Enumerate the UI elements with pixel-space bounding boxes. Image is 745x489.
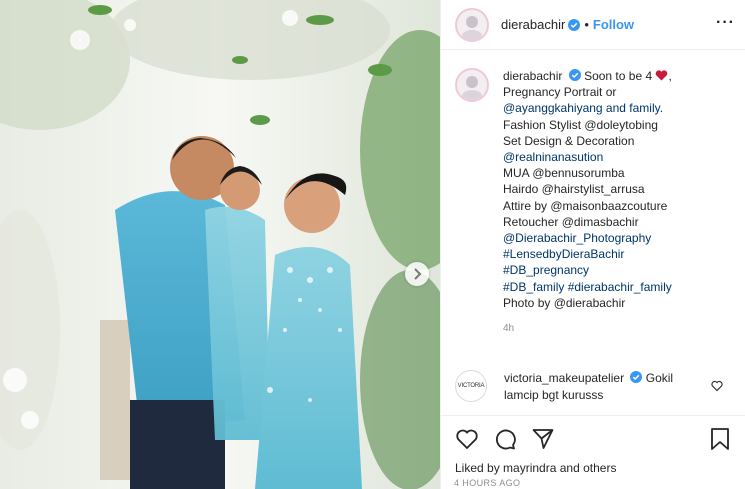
likes-summary: Liked by mayrindra and others xyxy=(455,461,616,475)
share-icon[interactable] xyxy=(531,427,555,451)
caption-text: dierabachir Soon to be 4 , Pregnancy Por… xyxy=(503,68,743,337)
comment-icon[interactable] xyxy=(493,427,517,451)
follow-button[interactable]: Follow xyxy=(593,17,634,32)
caption-line-12[interactable]: #LensedbyDieraBachir xyxy=(503,246,743,262)
avatar-image xyxy=(457,70,487,100)
next-arrow-icon xyxy=(414,268,422,280)
separator-dot: • xyxy=(584,17,589,32)
avatar-image xyxy=(457,9,487,40)
caption-line-13[interactable]: #DB_pregnancy xyxy=(503,262,743,278)
caption-line-11[interactable]: @Dierabachir_Photography xyxy=(503,230,743,246)
author-username[interactable]: dierabachir xyxy=(501,17,565,32)
caption-line-8[interactable]: Hairdo @hairstylist_arrusa xyxy=(503,181,743,197)
bookmark-icon[interactable] xyxy=(709,427,731,451)
verified-badge-icon xyxy=(568,18,581,31)
caption-line-14[interactable]: #DB_family #dierabachir_family xyxy=(503,279,743,295)
comment-item: VICTORIA victoria_makeupatelier Gokil la… xyxy=(455,370,745,403)
liked-suffix[interactable]: and others xyxy=(560,461,617,475)
caption-avatar[interactable] xyxy=(455,68,489,102)
more-options-icon[interactable]: ··· xyxy=(716,14,735,32)
action-icons xyxy=(455,427,555,451)
comments-section: dierabachir Soon to be 4 , Pregnancy Por… xyxy=(441,68,745,337)
family-portrait-image xyxy=(0,0,440,489)
like-comment-heart-icon[interactable] xyxy=(711,380,723,392)
post-timestamp[interactable]: 4 HOURS AGO xyxy=(454,478,520,488)
heart-icon[interactable] xyxy=(455,427,479,451)
post-photo[interactable] xyxy=(0,0,440,489)
caption-line-10[interactable]: Retoucher @dimasbachir xyxy=(503,214,743,230)
caption-line-1-tail: , xyxy=(668,69,672,83)
next-photo-button[interactable] xyxy=(405,262,429,286)
post-header: dierabachir • Follow ··· xyxy=(441,0,745,50)
comment-text: victoria_makeupatelier Gokil lamcip bgt … xyxy=(504,370,704,403)
caption-line-3[interactable]: @ayanggkahiyang and family. xyxy=(503,100,743,116)
post-side-panel: dierabachir • Follow ··· dierabachir Soo… xyxy=(440,0,745,489)
verified-badge-icon xyxy=(568,69,581,81)
verified-badge-icon xyxy=(630,371,643,383)
commenter-username[interactable]: victoria_makeupatelier xyxy=(504,371,624,385)
author-avatar[interactable] xyxy=(455,7,489,42)
liked-user[interactable]: mayrindra xyxy=(503,461,556,475)
caption: dierabachir Soon to be 4 , Pregnancy Por… xyxy=(441,68,745,337)
liked-prefix: Liked by xyxy=(455,461,500,475)
caption-line-4[interactable]: Fashion Stylist @doleytobing xyxy=(503,117,743,133)
commenter-avatar[interactable]: VICTORIA xyxy=(455,370,487,402)
caption-line-2: Pregnancy Portrait or xyxy=(503,85,617,100)
red-heart-emoji-icon xyxy=(656,70,668,81)
caption-timestamp[interactable]: 4h xyxy=(503,321,743,337)
caption-line-9[interactable]: Attire by @maisonbaazcouture xyxy=(503,198,743,214)
caption-line-6[interactable]: @realninanasution xyxy=(503,149,743,165)
caption-line-5: Set Design & Decoration xyxy=(503,133,635,148)
caption-username[interactable]: dierabachir xyxy=(503,69,562,83)
caption-line-1: Soon to be 4 xyxy=(584,69,653,83)
caption-line-15[interactable]: Photo by @dierabachir xyxy=(503,295,743,311)
caption-line-7[interactable]: MUA @bennusorumba xyxy=(503,165,743,181)
